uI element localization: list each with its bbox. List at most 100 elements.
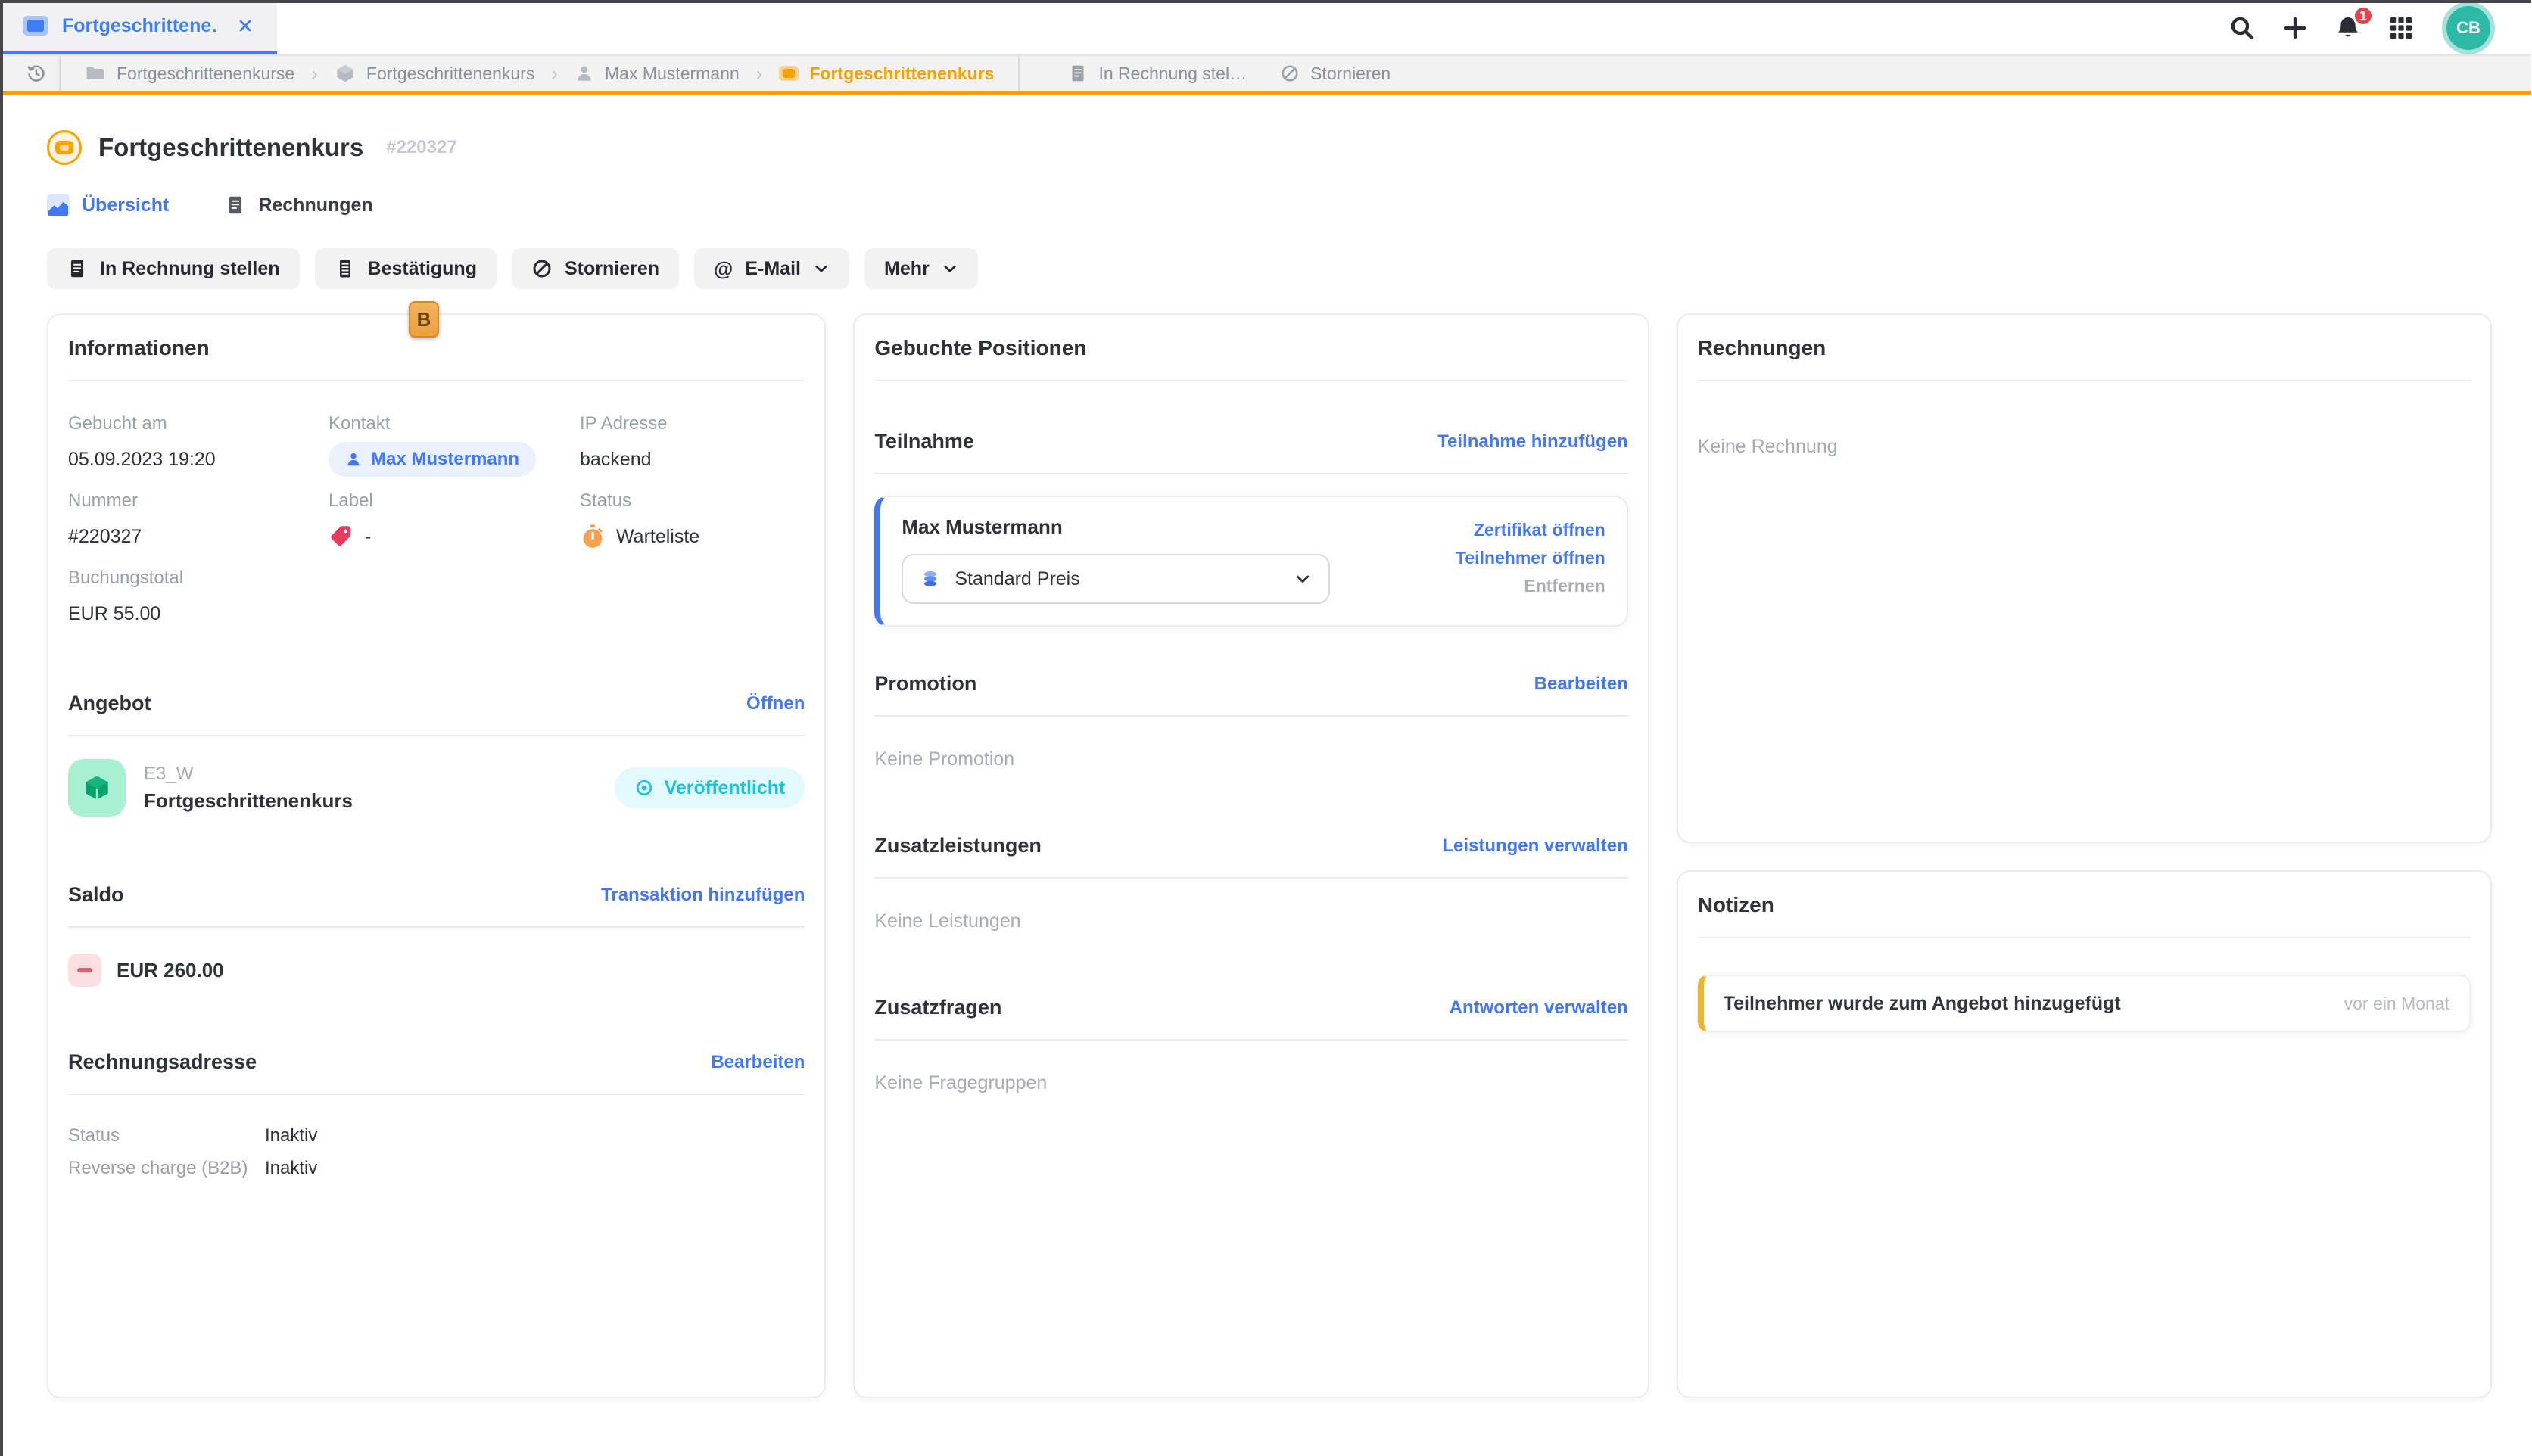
field-status: Status Warteliste — [580, 490, 805, 554]
breadcrumb-item-contact[interactable]: Max Mustermann — [575, 64, 740, 84]
add-transaction-link[interactable]: Transaktion hinzufügen — [601, 885, 805, 906]
toolbar: In Rechnung stellen Bestätigung Stornier… — [47, 248, 2492, 289]
participation-section-header: Teilnahme Teilnahme hinzufügen — [874, 430, 1627, 453]
stopwatch-icon — [580, 524, 606, 549]
field-ip: IP Adresse backend — [580, 413, 805, 477]
search-icon[interactable] — [2228, 14, 2256, 42]
divider — [68, 1094, 805, 1095]
breadcrumb-item-booking-active[interactable]: Fortgeschrittenenkurs — [779, 64, 994, 84]
keyboard-hint-badge: B — [409, 301, 439, 338]
chevron-down-icon — [942, 260, 958, 277]
positions-card-title: Gebuchte Positionen — [874, 336, 1627, 360]
notes-card-title: Notizen — [1698, 893, 2471, 917]
field-label: Label - — [329, 490, 580, 554]
ticket-favicon-icon — [23, 16, 48, 36]
divider — [1698, 937, 2471, 938]
offer-open-link[interactable]: Öffnen — [746, 693, 805, 714]
email-button[interactable]: @ E-Mail — [694, 248, 849, 289]
billing-section-header: Rechnungsadresse Bearbeiten — [68, 1050, 805, 1074]
billing-row: Status Inaktiv — [68, 1124, 805, 1147]
package-icon — [335, 63, 356, 84]
billing-edit-link[interactable]: Bearbeiten — [711, 1052, 805, 1073]
app-window: Fortgeschrittene… 1 CB — [0, 0, 2531, 1456]
cancel-icon — [1280, 64, 1300, 83]
folder-icon — [85, 63, 106, 84]
divider — [874, 473, 1627, 474]
right-column: Rechnungen Keine Rechnung Notizen Teilne… — [1677, 313, 2492, 1398]
breadcrumb-action-cancel[interactable]: Stornieren — [1280, 64, 1391, 84]
divider — [68, 926, 805, 928]
divider — [68, 380, 805, 381]
chevron-down-icon — [1294, 570, 1312, 588]
divider — [874, 1039, 1627, 1041]
breadcrumb-item-course[interactable]: Fortgeschrittenenkurs — [335, 63, 534, 84]
tag-icon — [329, 524, 354, 549]
add-participation-link[interactable]: Teilnahme hinzufügen — [1437, 431, 1628, 453]
divider — [874, 877, 1627, 879]
notifications-bell-icon[interactable]: 1 — [2334, 14, 2362, 42]
offer-item[interactable]: E3_W Fortgeschrittenenkurs Veröffentlich… — [68, 759, 805, 817]
invoices-card-title: Rechnungen — [1698, 336, 2471, 360]
browser-tab[interactable]: Fortgeschrittene… — [0, 0, 277, 54]
chart-icon — [47, 194, 70, 216]
window-edge-top — [0, 0, 2531, 3]
chevron-right-icon: › — [551, 62, 558, 86]
confirmation-button[interactable]: Bestätigung — [315, 248, 497, 289]
history-icon[interactable] — [14, 63, 59, 84]
divider — [68, 735, 805, 736]
offer-name: Fortgeschrittenenkurs — [144, 789, 353, 813]
note-item[interactable]: Teilnehmer wurde zum Angebot hinzugefügt… — [1698, 975, 2471, 1032]
manage-answers-link[interactable]: Antworten verwalten — [1450, 997, 1628, 1019]
divider — [874, 380, 1627, 381]
add-icon[interactable] — [2281, 14, 2309, 42]
tab-uebersicht[interactable]: Übersicht — [47, 194, 169, 216]
invoice-button[interactable]: In Rechnung stellen — [47, 248, 300, 289]
cancel-button[interactable]: Stornieren — [512, 248, 679, 289]
breadcrumb-divider — [59, 56, 61, 91]
published-badge: Veröffentlicht — [615, 767, 805, 808]
field-number: Nummer #220327 — [68, 490, 329, 554]
invoice-icon — [67, 258, 88, 279]
info-fields: Gebucht am 05.09.2023 19:20 Kontakt Max … — [68, 413, 805, 631]
services-section-header: Zusatzleistungen Leistungen verwalten — [874, 834, 1627, 857]
breadcrumb-item-courses[interactable]: Fortgeschrittenenkurse — [85, 63, 294, 84]
booking-ticket-icon — [47, 130, 82, 165]
questions-empty-state: Keine Fragegruppen — [874, 1072, 1627, 1094]
contact-link[interactable]: Max Mustermann — [329, 442, 536, 477]
breadcrumb-divider — [1018, 56, 1020, 91]
breadcrumb-action-invoice[interactable]: In Rechnung stel… — [1068, 64, 1247, 84]
participant-item: Max Mustermann Standard Preis Zertifikat… — [874, 496, 1627, 627]
user-avatar[interactable]: CB — [2446, 6, 2490, 50]
balance-amount: EUR 260.00 — [117, 959, 224, 982]
confirmation-ticket-icon — [335, 258, 356, 279]
billing-row: Reverse charge (B2B) Inaktiv — [68, 1156, 805, 1180]
promotion-section-header: Promotion Bearbeiten — [874, 672, 1627, 695]
chevron-right-icon: › — [311, 62, 318, 86]
invoices-card: Rechnungen Keine Rechnung — [1677, 313, 2492, 843]
cube-icon — [68, 759, 126, 817]
promotion-edit-link[interactable]: Bearbeiten — [1534, 674, 1628, 695]
remove-link[interactable]: Entfernen — [1524, 576, 1605, 596]
apps-grid-icon[interactable] — [2387, 14, 2415, 42]
cancel-icon — [531, 258, 553, 279]
ticket-icon — [779, 66, 799, 81]
card-columns: Informationen Gebucht am 05.09.2023 19:2… — [47, 313, 2492, 1398]
view-tabs: Übersicht Rechnungen — [47, 194, 2492, 216]
breadcrumb: Fortgeschrittenenkurse › Fortgeschritten… — [0, 56, 2531, 95]
offer-code: E3_W — [144, 764, 353, 785]
minus-icon — [68, 954, 101, 987]
close-tab-icon[interactable] — [232, 12, 259, 39]
invoice-icon — [225, 194, 246, 216]
info-card-title: Informationen — [68, 336, 805, 360]
open-certificate-link[interactable]: Zertifikat öffnen — [1474, 520, 1605, 540]
price-option-select[interactable]: Standard Preis — [902, 554, 1330, 604]
more-button[interactable]: Mehr — [864, 248, 978, 289]
notification-count-badge: 1 — [2353, 5, 2374, 26]
open-participant-link[interactable]: Teilnehmer öffnen — [1456, 548, 1605, 568]
manage-services-link[interactable]: Leistungen verwalten — [1442, 835, 1627, 857]
tab-rechnungen[interactable]: Rechnungen — [225, 194, 372, 216]
person-icon — [345, 451, 362, 468]
window-edge-left — [0, 0, 3, 1456]
page-header: Fortgeschrittenenkurs #220327 — [47, 130, 2492, 165]
divider — [874, 715, 1627, 717]
